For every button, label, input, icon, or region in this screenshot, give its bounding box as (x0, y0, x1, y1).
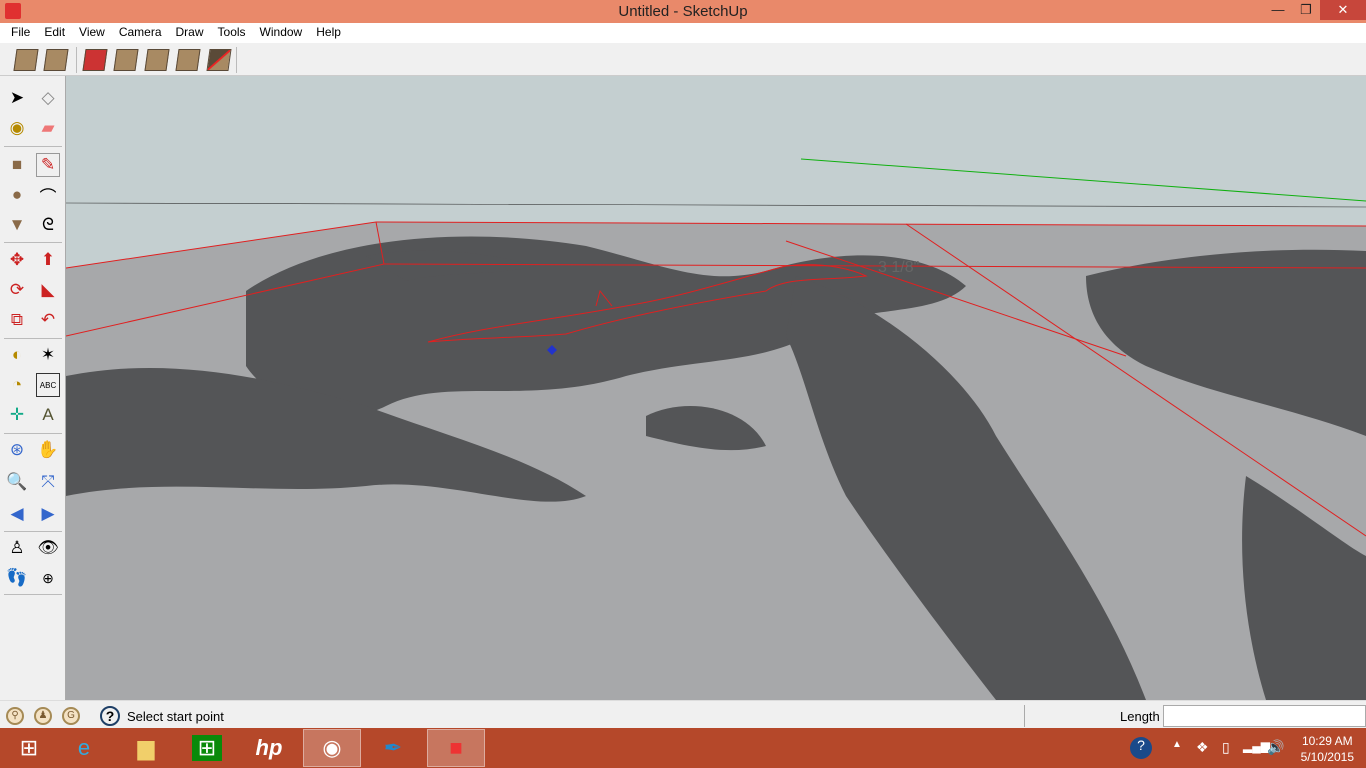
rotate-icon[interactable]: ⟳ (5, 278, 29, 302)
follow-me-icon[interactable]: ◣ (36, 278, 60, 302)
from-scratch-icon[interactable] (43, 49, 69, 71)
eraser-icon[interactable]: ▰ (36, 116, 60, 140)
menu-view[interactable]: View (72, 23, 112, 43)
show-hidden-icons-icon[interactable]: ▲ (1172, 739, 1182, 750)
rectangle-icon[interactable]: ■ (5, 153, 29, 177)
from-contours-icon[interactable] (13, 49, 39, 71)
add-detail-icon[interactable] (175, 49, 201, 71)
offset-icon[interactable]: ↶ (36, 308, 60, 332)
status-divider (1024, 705, 1025, 727)
menu-file[interactable]: File (4, 23, 37, 43)
zoom-icon[interactable]: 🔍 (5, 470, 29, 494)
menu-help[interactable]: Help (309, 23, 348, 43)
menu-window[interactable]: Window (253, 23, 310, 43)
minimize-button[interactable]: — (1264, 0, 1292, 20)
menu-tools[interactable]: Tools (211, 23, 253, 43)
stamp-icon[interactable] (113, 49, 139, 71)
hp-icon[interactable]: hp (240, 729, 298, 767)
make-component-icon[interactable]: ◇ (36, 86, 60, 110)
geolocation-icon[interactable]: ⚲ (6, 707, 24, 725)
dimension-label: 3 1/8" (878, 259, 919, 276)
clock-date: 5/10/2015 (1300, 750, 1354, 764)
title-bar: Untitled - SketchUp — ❐ ✕ (0, 0, 1366, 23)
flip-edge-icon[interactable] (206, 49, 232, 71)
credits-icon[interactable]: ♟ (34, 707, 52, 725)
start-button-icon[interactable]: ⊞ (0, 729, 58, 767)
status-message: Select start point (127, 709, 224, 724)
clock[interactable]: 10:29 AM 5/10/2015 (1301, 733, 1354, 765)
battery-icon[interactable]: ▯ (1222, 739, 1230, 756)
toolbar-divider (236, 47, 237, 73)
status-bar: ⚲ ♟ G ? Select start point Length (0, 700, 1366, 728)
next-view-icon[interactable]: ▶ (36, 502, 60, 526)
photo-app-feather-icon[interactable]: ✒ (364, 729, 422, 767)
tape-measure-icon[interactable]: ◐ (5, 343, 29, 367)
palette-divider (4, 594, 62, 595)
chrome-icon[interactable]: ◉ (303, 729, 361, 767)
position-camera-icon[interactable]: ♙ (5, 536, 29, 560)
sandbox-toolbar (0, 43, 1366, 76)
line-pencil-icon[interactable]: ✎ (36, 153, 60, 177)
look-around-eye-icon[interactable]: 👁 (36, 536, 60, 560)
help-alert-icon[interactable]: ? (1130, 737, 1152, 759)
move-icon[interactable]: ✥ (5, 248, 29, 272)
restore-button[interactable]: ❐ (1292, 0, 1320, 20)
volume-icon[interactable]: 🔊 (1267, 739, 1284, 756)
arc-icon[interactable]: ⌒ (36, 183, 60, 207)
file-explorer-icon[interactable]: ▆ (117, 729, 175, 767)
model-scene[interactable]: 3 1/8" (66, 76, 1366, 700)
push-pull-icon[interactable]: ⬆ (36, 248, 60, 272)
menu-bar: File Edit View Camera Draw Tools Window … (0, 23, 1366, 43)
tool-palette: ➤ ◇ ◉ ▰ ■ ✎ ● ⌒ ▼ ᘓ ✥ ⬆ ⟳ ◣ ⧉ ↶ ◐ ✶ ◔ AB… (0, 76, 66, 700)
sign-in-icon[interactable]: G (62, 707, 80, 725)
section-plane-icon[interactable]: ⊕ (36, 566, 60, 590)
select-icon[interactable]: ➤ (5, 86, 29, 110)
palette-divider (4, 531, 62, 532)
pan-hand-icon[interactable]: ✋ (36, 438, 60, 462)
sketchup-taskbar-icon[interactable]: ■ (427, 729, 485, 767)
dimension-icon[interactable]: ✶ (36, 343, 60, 367)
3d-viewport[interactable]: 3 1/8" (66, 76, 1366, 700)
drape-icon[interactable] (144, 49, 170, 71)
polygon-icon[interactable]: ▼ (5, 213, 29, 237)
walk-footprints-icon[interactable]: 👣 (5, 566, 29, 590)
freehand-icon[interactable]: ᘓ (36, 213, 60, 237)
clock-time: 10:29 AM (1301, 734, 1353, 748)
menu-camera[interactable]: Camera (112, 23, 169, 43)
axes-icon[interactable]: ✛ (5, 403, 29, 427)
store-icon[interactable]: ⊞ (178, 729, 236, 767)
orbit-icon[interactable]: ⊛ (5, 438, 29, 462)
signal-icon[interactable]: ▂▄▆ (1243, 739, 1270, 753)
text-icon[interactable]: ABC (36, 373, 60, 397)
menu-draw[interactable]: Draw (169, 23, 211, 43)
circle-icon[interactable]: ● (5, 183, 29, 207)
palette-divider (4, 338, 62, 339)
dropbox-icon[interactable]: ❖ (1196, 739, 1209, 756)
palette-divider (4, 433, 62, 434)
instructor-help-icon[interactable]: ? (100, 706, 120, 726)
paint-bucket-icon[interactable]: ◉ (5, 116, 29, 140)
internet-explorer-icon[interactable]: e (55, 729, 113, 767)
close-button[interactable]: ✕ (1320, 0, 1366, 20)
menu-edit[interactable]: Edit (37, 23, 72, 43)
3d-text-icon[interactable]: A (36, 403, 60, 427)
protractor-icon[interactable]: ◔ (5, 373, 29, 397)
toolbar-divider (76, 47, 77, 73)
windows-taskbar: ⊞ e ▆ ⊞ hp ◉ ✒ ■ ? ▲ ❖ ▯ ▂▄▆ 🔊 10:29 AM … (0, 728, 1366, 768)
previous-view-icon[interactable]: ◀ (5, 502, 29, 526)
measurements-label: Length (1120, 709, 1160, 724)
palette-divider (4, 242, 62, 243)
palette-divider (4, 146, 62, 147)
scale-icon[interactable]: ⧉ (5, 308, 29, 332)
zoom-extents-icon[interactable]: ⤧ (36, 470, 60, 494)
smoove-icon[interactable] (82, 49, 108, 71)
window-title: Untitled - SketchUp (618, 3, 748, 20)
measurements-input[interactable] (1163, 705, 1366, 727)
